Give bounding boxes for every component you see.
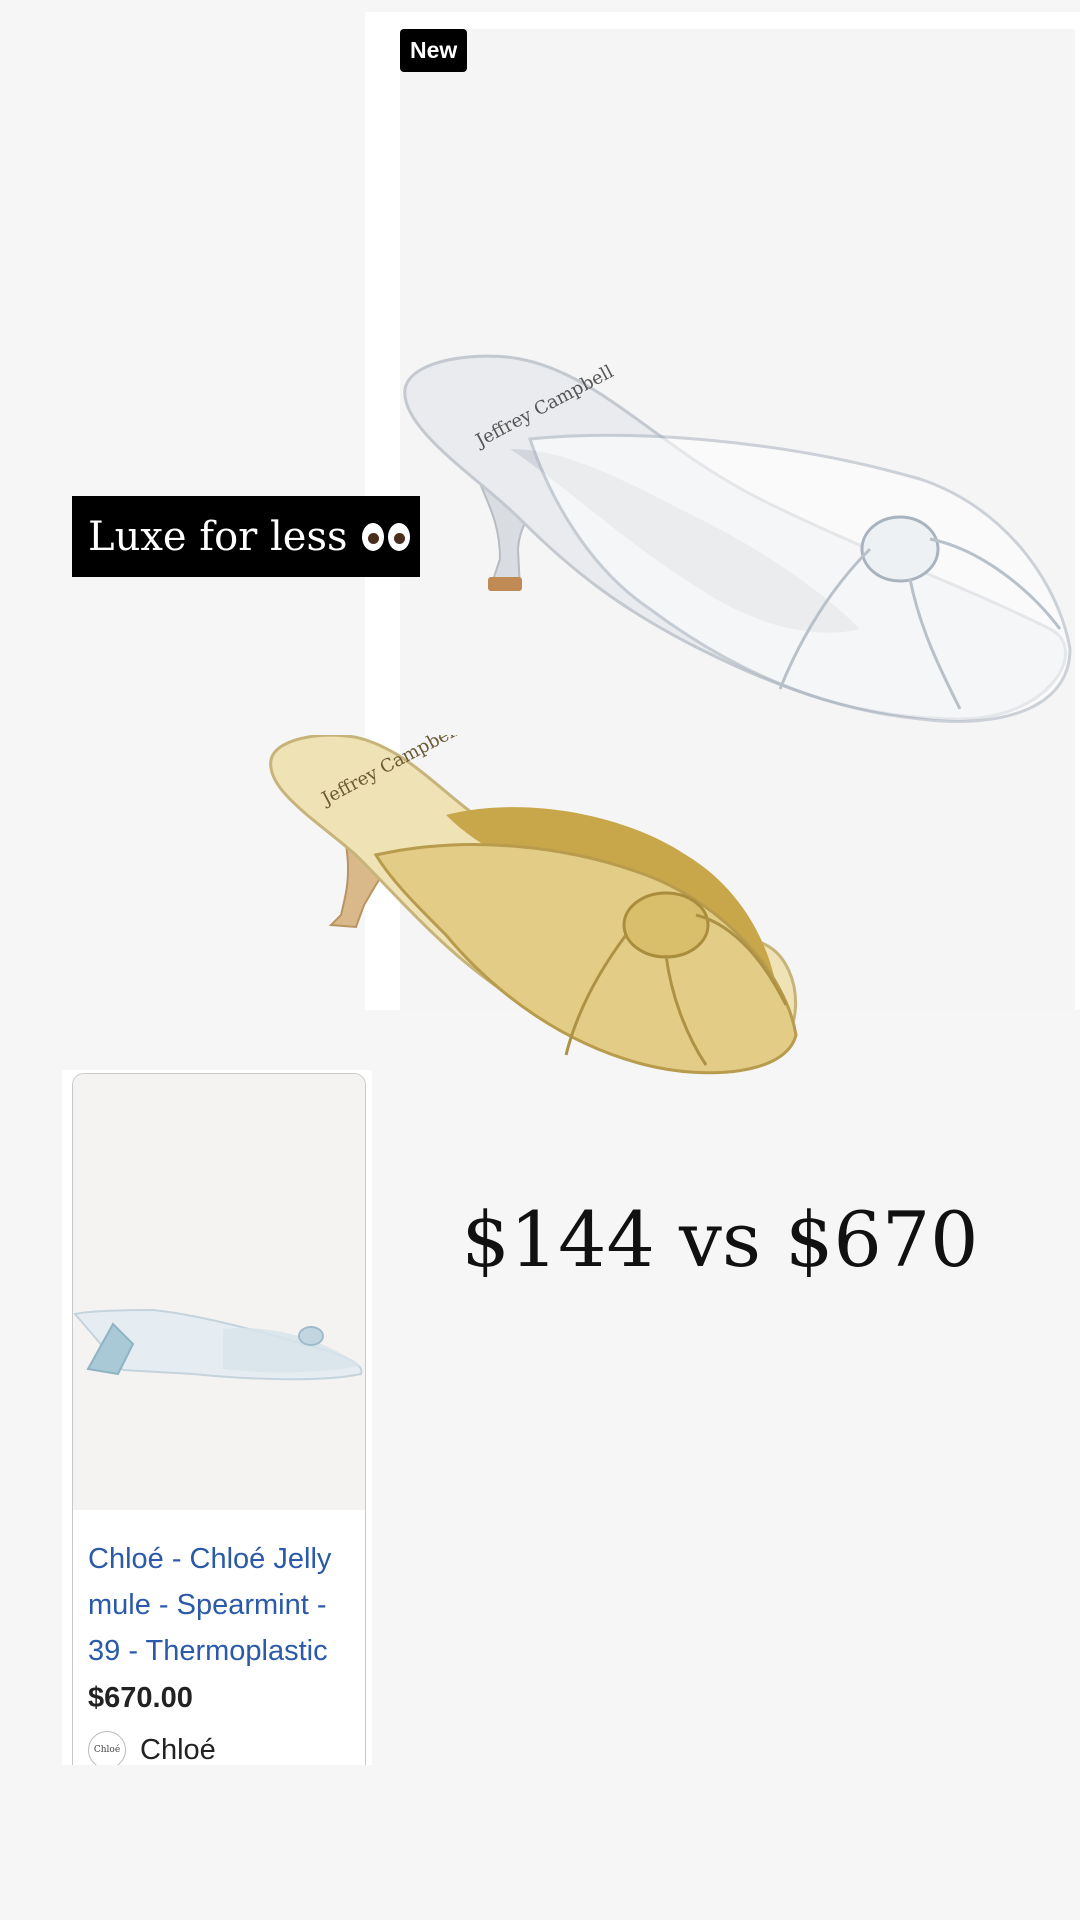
gold-mule-illustration: Jeffrey Campbell bbox=[269, 719, 798, 1075]
gold-mule-sticker: Jeffrey Campbell bbox=[266, 719, 826, 1085]
chloe-jelly-mule-image[interactable] bbox=[73, 1074, 365, 1510]
seller-name: Chloé bbox=[140, 1733, 216, 1766]
price-comparison-text: $144 vs $670 bbox=[461, 1195, 979, 1284]
product-price: $670.00 bbox=[88, 1682, 193, 1714]
seller-logo-icon: Chloé bbox=[88, 1731, 126, 1765]
shopping-result-card[interactable]: Chloé - Chloé Jelly mule - Spearmint - 3… bbox=[72, 1073, 366, 1765]
jelly-mule-illustration bbox=[73, 1308, 363, 1381]
caption-sticker: Luxe for less bbox=[72, 496, 420, 577]
shopping-result-sticker: Chloé - Chloé Jelly mule - Spearmint - 3… bbox=[62, 1070, 372, 1765]
caption-text: Luxe for less bbox=[88, 513, 348, 560]
product-title-link[interactable]: Chloé - Chloé Jelly mule - Spearmint - 3… bbox=[88, 1536, 356, 1674]
new-badge: New bbox=[400, 29, 468, 72]
eyes-emoji-icon bbox=[358, 522, 410, 551]
seller-row: Chloé Chloé bbox=[88, 1731, 216, 1765]
